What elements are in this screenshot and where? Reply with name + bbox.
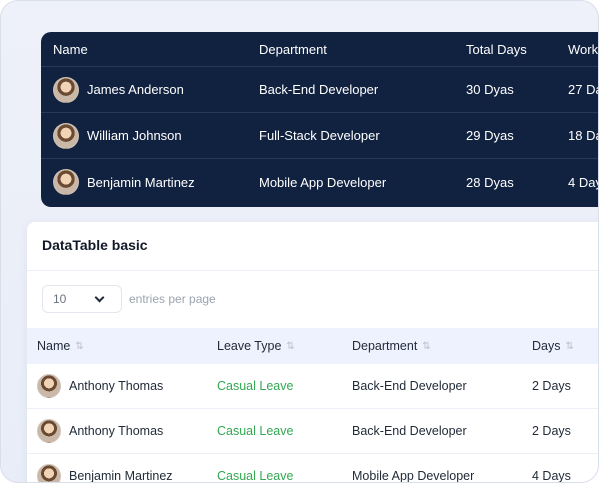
employee-name: William Johnson <box>87 128 182 143</box>
summary-table-header: Name Department Total Days Work <box>41 32 599 67</box>
sort-icon[interactable]: ⇅ <box>565 341 573 352</box>
table-row[interactable]: Benjamin Martinez Mobile App Developer 2… <box>41 159 599 205</box>
column-label: Name <box>37 339 71 353</box>
leave-type-cell: Casual Leave <box>217 379 294 393</box>
days-cell: 2 Days <box>532 379 571 393</box>
employee-name: Benjamin Martinez <box>69 469 173 483</box>
card-title: DataTable basic <box>42 237 148 253</box>
chevron-down-icon <box>94 292 105 303</box>
department-cell: Back-End Developer <box>352 424 467 438</box>
summary-table: Name Department Total Days Work James An… <box>41 32 599 207</box>
datatable-header: Name ⇅ Leave Type ⇅ Department ⇅ Days ⇅ <box>27 328 598 364</box>
work-cell: 27 Da <box>568 82 598 97</box>
days-cell: 2 Days <box>532 424 571 438</box>
days-cell: 4 Days <box>532 469 571 483</box>
total-days-cell: 29 Dyas <box>466 128 514 143</box>
header-name: Name <box>53 41 88 57</box>
avatar <box>37 464 61 482</box>
sort-icon[interactable]: ⇅ <box>422 341 430 352</box>
entries-select-value: 10 <box>53 292 67 306</box>
work-cell: 4 Day <box>568 174 599 190</box>
header-department: Department <box>259 41 327 57</box>
employee-cell: Benjamin Martinez <box>37 454 173 483</box>
total-days-cell: 30 Dyas <box>466 82 514 97</box>
table-row[interactable]: Anthony Thomas Casual Leave Back-End Dev… <box>27 409 598 454</box>
employee-cell: James Anderson <box>53 67 184 112</box>
page-frame: Name Department Total Days Work James An… <box>0 0 599 483</box>
table-row[interactable]: James Anderson Back-End Developer 30 Dya… <box>41 67 598 113</box>
leave-type-cell: Casual Leave <box>217 424 294 438</box>
table-row[interactable]: Anthony Thomas Casual Leave Back-End Dev… <box>27 364 598 409</box>
column-header-leave-type[interactable]: Leave Type ⇅ <box>217 328 295 364</box>
avatar <box>53 122 79 149</box>
employee-cell: Benjamin Martinez <box>53 159 195 205</box>
divider <box>27 270 598 271</box>
column-label: Days <box>532 339 561 353</box>
leave-type-cell: Casual Leave <box>217 469 294 483</box>
avatar <box>53 76 79 103</box>
table-row[interactable]: William Johnson Full-Stack Developer 29 … <box>41 113 598 159</box>
employee-name: Benjamin Martinez <box>87 174 195 190</box>
header-total-days: Total Days <box>466 41 527 57</box>
entries-per-page-select[interactable]: 10 <box>42 285 122 313</box>
employee-cell: William Johnson <box>53 113 182 158</box>
department-cell: Mobile App Developer <box>352 469 475 483</box>
datatable-card: DataTable basic 10 entries per page Name… <box>27 222 598 483</box>
department-cell: Back-End Developer <box>259 82 379 97</box>
column-label: Leave Type <box>217 339 282 353</box>
header-work: Work <box>568 41 599 57</box>
sort-icon[interactable]: ⇅ <box>75 341 83 352</box>
column-header-days[interactable]: Days ⇅ <box>532 328 574 364</box>
column-header-department[interactable]: Department ⇅ <box>352 328 431 364</box>
entries-label: entries per page <box>129 292 216 306</box>
employee-name: James Anderson <box>87 82 184 97</box>
work-cell: 18 Da <box>568 128 598 143</box>
employee-cell: Anthony Thomas <box>37 409 163 453</box>
department-cell: Mobile App Developer <box>259 174 387 190</box>
avatar <box>37 374 61 398</box>
department-cell: Back-End Developer <box>352 379 467 393</box>
sort-icon[interactable]: ⇅ <box>286 341 294 352</box>
column-header-name[interactable]: Name ⇅ <box>37 328 84 364</box>
column-label: Department <box>352 339 418 353</box>
department-cell: Full-Stack Developer <box>259 128 380 143</box>
employee-cell: Anthony Thomas <box>37 364 163 408</box>
employee-name: Anthony Thomas <box>69 379 164 393</box>
table-row[interactable]: Benjamin Martinez Casual Leave Mobile Ap… <box>27 454 598 483</box>
avatar <box>53 169 79 195</box>
employee-name: Anthony Thomas <box>69 424 164 438</box>
avatar <box>37 419 61 443</box>
total-days-cell: 28 Dyas <box>466 174 514 190</box>
